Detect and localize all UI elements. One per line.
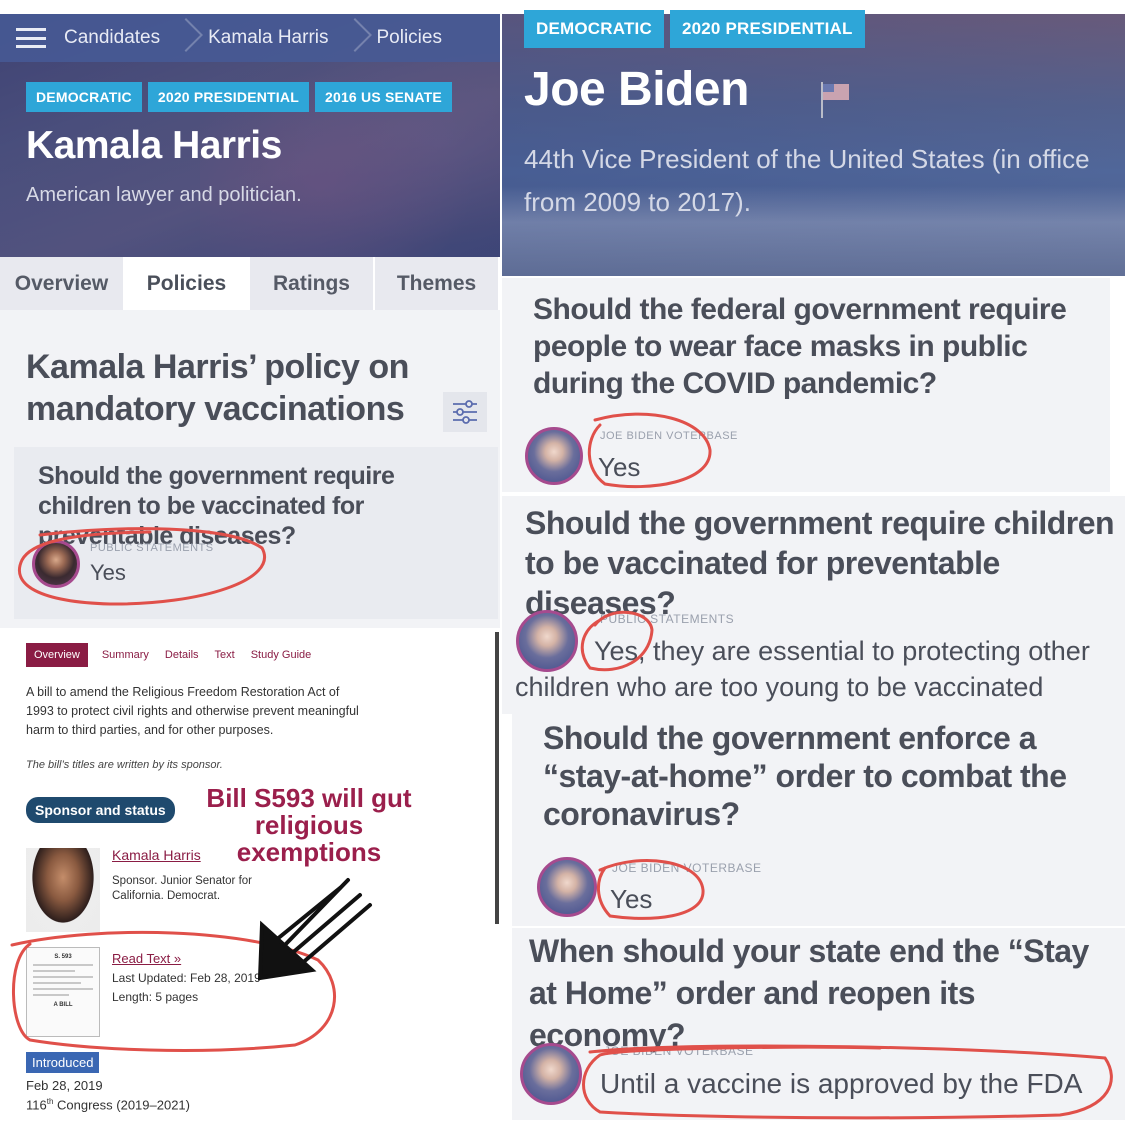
status-badge: Introduced [26,1052,100,1073]
question-text: Should the federal government require pe… [533,293,1067,400]
bill-tabs: Overview Summary Details Text Study Guid… [26,643,327,667]
question-text: When should your state end the “Stay at … [529,933,1089,1053]
tag-democratic[interactable]: DEMOCRATIC [524,10,664,48]
bill-tab-text[interactable]: Text [215,649,235,661]
avatar [537,857,597,917]
candidate-tabs: Overview Policies Ratings Themes [0,257,500,310]
avatar [525,427,583,485]
answer-text: Yes [90,560,126,585]
bill-tab-details[interactable]: Details [165,649,199,661]
chevron-right-icon [174,14,194,62]
question-text: Should the government require children t… [38,462,395,550]
bill-tab-overview[interactable]: Overview [26,643,88,667]
bill-thumb-title: S. 593 [54,954,72,960]
read-text-link[interactable]: Read Text » [112,951,181,966]
congress-number: 116 [26,1097,47,1113]
bill-tab-study-guide[interactable]: Study Guide [251,649,312,661]
answer-source: PUBLIC STATEMENTS [90,542,214,554]
answer-source: JOE BIDEN VOTERBASE [604,1044,754,1058]
sponsor-photo [26,848,100,932]
tag-democratic[interactable]: DEMOCRATIC [26,82,142,112]
tag-2020-presidential[interactable]: 2020 PRESIDENTIAL [147,82,309,112]
tab-ratings[interactable]: Ratings [250,257,375,310]
congress-text: Congress (2019–2021) [53,1097,190,1113]
flag-icon [821,82,849,118]
candidate-description: 44th Vice President of the United States… [524,144,1090,217]
bill-tab-summary[interactable]: Summary [102,649,149,661]
tab-themes[interactable]: Themes [375,257,500,310]
last-updated: Last Updated: Feb 28, 2019 [112,971,261,985]
bill-length: Length: 5 pages [112,990,199,1004]
answer-source: PUBLIC STATEMENTS [600,612,735,626]
divider [495,632,499,924]
answer-text: Yes [598,452,641,482]
candidate-name: Kamala Harris [26,124,282,167]
answer-text: Yes, they are essential to protecting ot… [594,636,1090,666]
harris-tags: DEMOCRATIC 2020 PRESIDENTIAL 2016 US SENAT… [26,82,458,112]
avatar [32,540,80,588]
avatar [516,610,578,672]
answer-source: JOE BIDEN VOTERBASE [600,430,738,442]
sponsor-role: Sponsor. Junior Senator for California. … [112,875,252,902]
breadcrumb-policies[interactable]: Policies [377,27,442,49]
breadcrumb-kamala-harris[interactable]: Kamala Harris [208,27,328,49]
avatar [520,1043,582,1105]
answer-text: Yes [610,884,653,914]
answer-source: JOE BIDEN VOTERBASE [612,861,762,875]
candidate-name: Joe Biden [524,63,749,116]
sponsor-name-link[interactable]: Kamala Harris [112,847,201,863]
breadcrumb-candidates[interactable]: Candidates [64,27,160,49]
bill-document-thumbnail[interactable]: S. 593 A BILL [26,947,100,1037]
answer-text: Until a vaccine is approved by the FDA [600,1068,1083,1099]
sponsor-status-badge: Sponsor and status [26,797,175,823]
bill-callout-annotation: Bill S593 will gut religious exemptions [206,783,412,867]
bill-note: The bill’s titles are written by its spo… [26,759,223,771]
introduced-date: Feb 28, 2019 [26,1078,103,1093]
bill-thumb-footer: A BILL [53,1002,73,1008]
breadcrumb: Candidates Kamala Harris Policies [0,14,500,62]
question-text: Should the government require children t… [525,505,1115,621]
policy-title: Kamala Harris’ policy on mandatory vacci… [26,348,409,428]
tab-policies[interactable]: Policies [125,257,250,310]
chevron-right-icon [343,14,363,62]
biden-tags: DEMOCRATIC 2020 PRESIDENTIAL [524,10,871,48]
tag-2016-us-senate[interactable]: 2016 US SENATE [314,82,452,112]
congress-label: 116th Congress (2019–2021) [26,1097,190,1112]
bill-description: A bill to amend the Religious Freedom Re… [26,685,359,737]
hamburger-menu-icon[interactable] [16,28,46,48]
answer-text-continued: children who are too young to be vaccina… [515,672,1044,702]
candidate-description: American lawyer and politician. [26,184,302,206]
question-text: Should the government enforce a “stay-at… [543,720,1067,832]
tab-overview[interactable]: Overview [0,257,125,310]
tag-2020-presidential[interactable]: 2020 PRESIDENTIAL [669,10,865,48]
filter-sliders-icon[interactable] [443,392,487,432]
